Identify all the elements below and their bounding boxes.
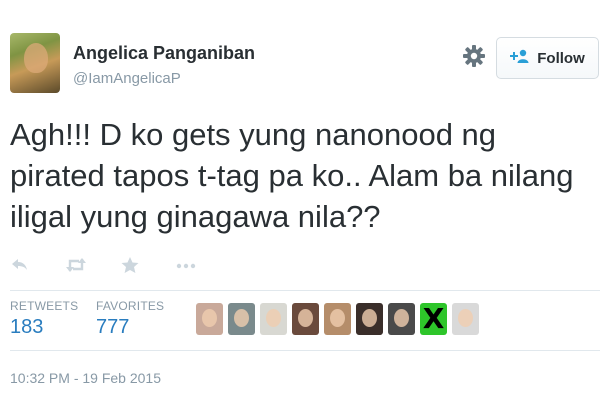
favoriter-avatar[interactable] — [452, 303, 479, 335]
favoriter-avatar[interactable] — [228, 303, 255, 335]
tweet-actions — [10, 254, 230, 276]
more-icon[interactable] — [175, 256, 196, 274]
favoriter-avatar[interactable] — [324, 303, 351, 335]
avatar[interactable] — [10, 33, 60, 93]
reply-icon[interactable] — [10, 256, 30, 274]
favoriter-avatar[interactable] — [260, 303, 287, 335]
favoriter-avatar[interactable] — [292, 303, 319, 335]
favoriter-avatar-glyph: X — [422, 303, 445, 335]
favorites-label: FAVORITES — [96, 299, 165, 313]
favoriter-avatar[interactable] — [356, 303, 383, 335]
favorite-icon[interactable] — [120, 256, 140, 274]
follow-button[interactable]: Follow — [496, 37, 599, 79]
divider-bottom — [10, 350, 600, 351]
favoriter-avatar[interactable] — [196, 303, 223, 335]
favoriter-avatar[interactable]: X — [420, 303, 447, 335]
follow-label: Follow — [537, 49, 585, 67]
tweet-text: Agh!!! D ko gets yung nanonood ng pirate… — [10, 117, 574, 234]
divider-top — [10, 290, 600, 291]
retweets-label: RETWEETS — [10, 299, 79, 313]
add-user-icon — [510, 49, 530, 68]
tweet-timestamp[interactable]: 10:32 PM - 19 Feb 2015 — [10, 370, 161, 386]
user-handle[interactable]: @IamAngelicaP — [73, 70, 181, 87]
gear-icon[interactable] — [462, 44, 486, 68]
retweets-count[interactable]: 183 — [10, 316, 43, 339]
favoriter-avatars: X — [196, 303, 479, 335]
favorites-count[interactable]: 777 — [96, 316, 129, 339]
retweet-icon[interactable] — [65, 256, 86, 274]
display-name[interactable]: Angelica Panganiban — [73, 43, 255, 64]
favoriter-avatar[interactable] — [388, 303, 415, 335]
